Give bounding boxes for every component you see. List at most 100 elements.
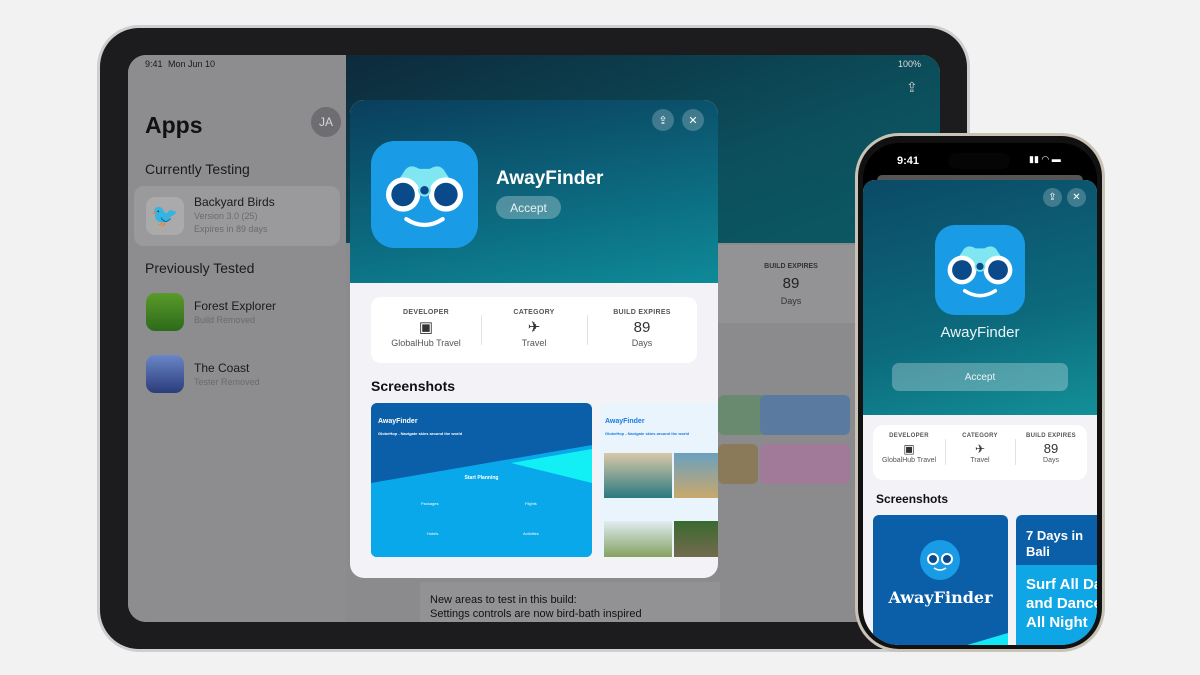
iphone-screen: 9:41 ▮▮ ◠ ▬ ⇪ ✕ AwayFinder Accept DEVELO…: [863, 143, 1097, 645]
share-icon[interactable]: ⇪: [906, 79, 918, 96]
expires-col: BUILD EXPIRES 89 Days: [1015, 425, 1087, 480]
app-row-backyard-birds[interactable]: 🐦 Backyard Birds Version 3.0 (25) Expire…: [134, 186, 340, 246]
app-detail-modal: ⇪ ✕ AwayFinder Accept DEVELOPER ▣ Global…: [350, 100, 718, 578]
shot-subtitle: GlobeHop - Navigate skies around the wor…: [605, 431, 690, 436]
expires-label: BUILD EXPIRES: [1026, 433, 1076, 439]
category-label: CATEGORY: [962, 433, 998, 439]
expires-value: 89: [633, 319, 651, 336]
hummingbird-icon: 🐦: [146, 197, 184, 235]
lighthouse-icon: [146, 355, 184, 393]
app-version: Version 3.0 (25): [194, 211, 258, 221]
shot-line: and Dance: [1026, 595, 1097, 612]
info-card: DEVELOPER ▣ GlobalHub Travel CATEGORY ✈ …: [371, 297, 697, 363]
app-status: Build Removed: [194, 315, 256, 325]
notes-title: New areas to test in this build:: [430, 594, 577, 606]
category-value: Travel: [970, 457, 990, 464]
awayfinder-app-icon: [935, 225, 1025, 315]
close-icon: ✕: [688, 114, 698, 127]
category-value: Travel: [521, 338, 547, 348]
shot-line: Surf All Day: [1026, 576, 1097, 593]
screenshots-heading: Screenshots: [876, 492, 949, 506]
sheet-header: ⇪ ✕ AwayFinder Accept: [863, 180, 1097, 415]
shot-line: Bali: [1026, 544, 1050, 559]
sidebar-title: Apps: [145, 112, 203, 138]
screenshot-2[interactable]: 7 Days in Bali Surf All Day and Dance Al…: [1016, 515, 1097, 645]
shot-heading: 7 Days in Bali: [1026, 528, 1083, 560]
accept-button[interactable]: Accept: [892, 363, 1068, 391]
notes-line: Settings controls are now bird-bath insp…: [430, 608, 642, 620]
bg-expires-label: BUILD EXPIRES: [764, 263, 818, 270]
app-row-forest-explorer[interactable]: Forest Explorer Build Removed: [134, 285, 340, 345]
forest-icon: [146, 293, 184, 331]
photo: [604, 521, 672, 557]
developer-label: DEVELOPER: [889, 433, 929, 439]
shot-item: Packages: [421, 501, 439, 506]
shot-title: AwayFinder: [605, 418, 645, 425]
app-row-the-coast[interactable]: The Coast Tester Removed: [134, 347, 340, 407]
close-icon: ✕: [1072, 192, 1081, 203]
person-card-icon: ▣: [418, 319, 434, 336]
app-name: Backyard Birds: [194, 195, 275, 209]
close-button[interactable]: ✕: [682, 109, 704, 131]
screenshot-1[interactable]: AwayFinder GlobeHop - Navigate skies aro…: [371, 403, 592, 557]
shot-item: Activities: [523, 531, 539, 536]
bg-expires-unit: Days: [780, 296, 802, 306]
app-title: AwayFinder: [496, 168, 604, 189]
expires-value: 89: [1043, 441, 1059, 456]
status-time: 9:41: [145, 59, 163, 69]
developer-col: DEVELOPER ▣ GlobalHub Travel: [873, 425, 945, 480]
shot-title: AwayFinder: [378, 418, 418, 425]
share-icon: ⇪: [1048, 192, 1057, 203]
section-currently-testing: Currently Testing: [145, 161, 250, 177]
app-name: Forest Explorer: [194, 299, 277, 313]
notes-card: New areas to test in this build: Setting…: [420, 582, 720, 622]
photo: [674, 521, 718, 557]
close-button[interactable]: ✕: [1067, 188, 1086, 207]
modal-header: ⇪ ✕ AwayFinder Accept: [350, 100, 718, 283]
dynamic-island: [948, 153, 1010, 169]
section-previously-tested: Previously Tested: [145, 260, 255, 276]
airplane-icon: ✈: [527, 319, 541, 336]
sidebar: 9:41 Mon Jun 10 Apps JA Currently Testin…: [128, 55, 346, 622]
garden-thumb: [760, 444, 850, 484]
shot-line: All Night: [1026, 614, 1088, 631]
status-battery: 100%: [898, 59, 922, 69]
expires-unit: Days: [631, 338, 653, 348]
status-date: Mon Jun 10: [168, 59, 216, 69]
app-detail-sheet: ⇪ ✕ AwayFinder Accept DEVELOPER ▣ Global…: [863, 180, 1097, 645]
expires-unit: Days: [1043, 457, 1059, 464]
category-col: CATEGORY ✈ Travel: [481, 297, 587, 363]
avatar[interactable]: JA: [311, 107, 341, 137]
photo: [674, 453, 718, 498]
bg-expires-value: 89: [782, 275, 800, 292]
shot-item: Flights: [525, 501, 537, 506]
info-card: DEVELOPER ▣ GlobalHub Travel CATEGORY ✈ …: [873, 425, 1087, 480]
app-title: AwayFinder: [940, 324, 1020, 341]
developer-label: DEVELOPER: [403, 309, 449, 316]
screenshot-2[interactable]: AwayFinder GlobeHop - Navigate skies aro…: [599, 403, 718, 557]
screenshot-1[interactable]: AwayFinder: [873, 515, 1008, 645]
category-col: CATEGORY ✈ Travel: [945, 425, 1015, 480]
signal-wifi-battery-icon: ▮▮ ◠ ▬: [1029, 154, 1061, 164]
app-status: Tester Removed: [194, 377, 260, 387]
developer-col: DEVELOPER ▣ GlobalHub Travel: [371, 297, 481, 363]
expires-label: BUILD EXPIRES: [613, 309, 671, 316]
share-button[interactable]: ⇪: [652, 109, 674, 131]
developer-value[interactable]: GlobalHub Travel: [371, 338, 481, 348]
share-button[interactable]: ⇪: [1043, 188, 1062, 207]
app-expires: Expires in 89 days: [194, 224, 268, 234]
shot-line: 7 Days in: [1026, 528, 1084, 543]
airplane-icon: ✈: [974, 442, 986, 456]
app-name: The Coast: [194, 361, 250, 375]
accept-button[interactable]: Accept: [496, 196, 561, 219]
category-label: CATEGORY: [513, 309, 555, 316]
shot-item: Hotels: [427, 531, 439, 536]
developer-value[interactable]: GlobalHub Travel: [873, 457, 945, 464]
garden-thumb: [760, 395, 850, 435]
person-card-icon: ▣: [903, 442, 915, 456]
expires-col: BUILD EXPIRES 89 Days: [587, 297, 697, 363]
shot-tagline: Surf All Day and Dance All Night: [1026, 575, 1097, 632]
shot-subtitle: GlobeHop - Navigate skies around the wor…: [378, 431, 463, 436]
screenshots-heading: Screenshots: [371, 378, 456, 394]
awayfinder-app-icon: [371, 141, 478, 248]
